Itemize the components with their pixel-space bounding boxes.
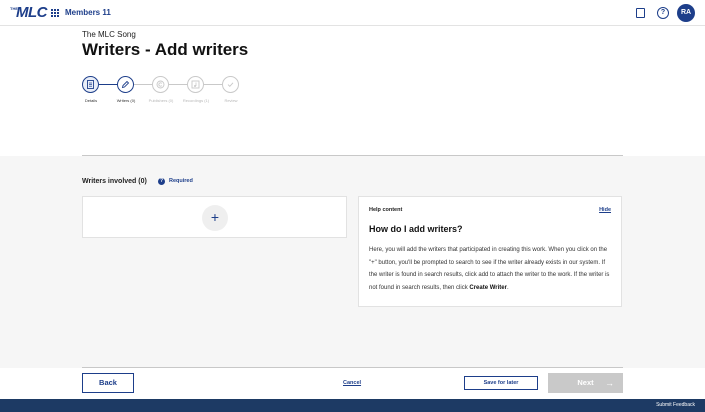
mlc-logo[interactable]: THE MLC <box>10 4 48 22</box>
next-button[interactable]: Next → <box>548 373 623 393</box>
step-recordings: Recordings (1) <box>183 76 209 103</box>
help-panel: Help content Hide How do I add writers? … <box>358 196 622 307</box>
app-name[interactable]: Members 11 <box>65 8 111 17</box>
pencil-icon <box>117 76 134 93</box>
app-grid-icon[interactable] <box>51 9 59 17</box>
save-for-later-button[interactable]: Save for later <box>464 376 538 390</box>
cancel-link[interactable]: Cancel <box>343 380 361 386</box>
bottom-bar: Submit Feedback <box>0 399 705 412</box>
step-connector <box>134 84 152 85</box>
back-button[interactable]: Back <box>82 373 134 393</box>
user-avatar[interactable]: RA <box>677 4 695 22</box>
step-details[interactable]: Details <box>82 76 100 103</box>
create-writer-text: Create Writer <box>469 284 507 291</box>
next-label: Next <box>577 378 594 387</box>
music-note-icon <box>187 76 204 93</box>
progress-stepper: Details Writers (0) Publishers (0) Recor… <box>82 76 252 106</box>
arrow-right-icon: → <box>605 378 614 388</box>
hide-help-link[interactable]: Hide <box>599 207 611 213</box>
copyright-icon <box>152 76 169 93</box>
info-icon[interactable]: ? <box>158 178 165 185</box>
page-title: Writers - Add writers <box>82 40 249 59</box>
step-review: Review <box>222 76 240 103</box>
page-subtitle: The MLC Song <box>82 30 136 39</box>
add-writer-button[interactable]: + <box>202 205 228 231</box>
logo-mlc: MLC <box>16 4 48 21</box>
required-label: Required <box>169 178 193 184</box>
notifications-icon[interactable] <box>636 8 645 18</box>
step-connector <box>99 84 117 85</box>
writers-involved-label: Writers involved (0) <box>82 178 147 185</box>
step-connector <box>169 84 187 85</box>
step-publishers: Publishers (0) <box>149 76 173 103</box>
step-connector <box>204 84 222 85</box>
check-icon <box>222 76 239 93</box>
writers-list-panel: + <box>82 196 347 238</box>
step-writers[interactable]: Writers (0) <box>117 76 135 103</box>
help-text-end: . <box>506 284 509 291</box>
help-heading: Help content <box>369 207 403 213</box>
help-icon[interactable]: ? <box>657 7 669 19</box>
help-title: How do I add writers? <box>369 224 463 234</box>
top-bar: THE MLC Members 11 ? RA <box>0 0 705 26</box>
footer-divider <box>82 367 623 368</box>
submit-feedback-link[interactable]: Submit Feedback <box>656 402 695 408</box>
document-icon <box>82 76 99 93</box>
help-text: Here, you will add the writers that part… <box>369 244 615 294</box>
step-label: Review <box>224 98 238 103</box>
section-divider <box>82 155 623 156</box>
